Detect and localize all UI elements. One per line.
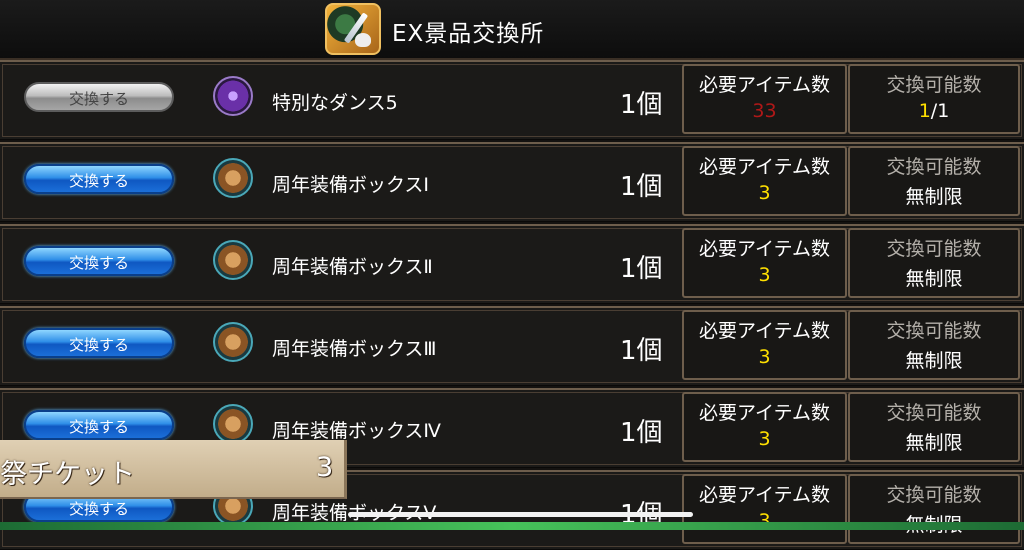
treasure-chest-icon [213,404,253,444]
required-items-panel: 必要アイテム数 3 [682,392,847,462]
ticket-count: 3 [316,452,334,483]
item-quantity: 1個 [620,418,663,448]
required-label: 必要アイテム数 [698,74,831,96]
home-indicator[interactable] [348,512,693,517]
item-quantity: 1個 [620,254,663,284]
required-items-panel: 必要アイテム数 3 [682,474,847,544]
available-value: 1/1 [850,100,1018,122]
exchange-button[interactable]: 交換する [24,164,174,194]
required-items-panel: 必要アイテム数 3 [682,228,847,298]
required-value: 3 [758,346,771,368]
exchange-row: 交換する 周年装備ボックスⅠ 1個 必要アイテム数 3 交換可能数 無制限 [0,142,1024,222]
item-name: 周年装備ボックスⅣ [272,420,441,442]
required-value: 3 [758,182,771,204]
treasure-chest-icon [213,158,253,198]
required-label: 必要アイテム数 [698,238,831,260]
exchange-button[interactable]: 交換する [24,410,174,440]
dance-figure-icon [213,76,253,116]
available-current: 1 [918,100,931,122]
available-value: 無制限 [905,350,963,372]
required-label: 必要アイテム数 [698,320,831,342]
item-name: 周年装備ボックスⅠ [272,174,430,196]
required-items-panel: 必要アイテム数 3 [682,146,847,216]
available-max: /1 [930,100,950,122]
item-name: 特別なダンス5 [272,92,398,114]
item-quantity: 1個 [620,336,663,366]
exchange-button-disabled[interactable]: 交換する [24,82,174,112]
item-name: 周年装備ボックスⅡ [272,256,433,278]
required-label: 必要アイテム数 [698,484,831,506]
header-bar: EX景品交換所 [0,0,1024,60]
available-value: 無制限 [905,432,963,454]
available-label: 交換可能数 [886,156,982,178]
exchange-button[interactable]: 交換する [24,328,174,358]
required-value: 33 [752,100,777,122]
required-items-panel: 必要アイテム数 3 [682,310,847,380]
available-panel: 交換可能数 無制限 [848,392,1020,462]
available-panel: 交換可能数 無制限 [848,310,1020,380]
page-title: EX景品交換所 [392,21,545,47]
required-label: 必要アイテム数 [698,402,831,424]
available-value: 無制限 [905,186,963,208]
available-label: 交換可能数 [886,238,982,260]
available-value: 無制限 [905,268,963,290]
required-value: 3 [758,264,771,286]
treasure-chest-icon [213,322,253,362]
available-label: 交換可能数 [886,484,982,506]
item-quantity: 1個 [620,172,663,202]
available-panel: 交換可能数 無制限 [848,146,1020,216]
available-label: 交換可能数 [886,402,982,424]
available-panel: 交換可能数 1/1 [848,64,1020,134]
ticket-count-banner: 祭チケット 3 [0,440,347,499]
sword-skull-shop-icon [325,3,381,55]
item-name: 周年装備ボックスⅢ [272,338,437,360]
exchange-row: 交換する 周年装備ボックスⅡ 1個 必要アイテム数 3 交換可能数 無制限 [0,224,1024,304]
available-panel: 交換可能数 無制限 [848,228,1020,298]
exchange-button[interactable]: 交換する [24,246,174,276]
exchange-row: 交換する 特別なダンス5 1個 必要アイテム数 33 交換可能数 1/1 [0,60,1024,140]
available-label: 交換可能数 [886,320,982,342]
available-label: 交換可能数 [886,74,982,96]
treasure-chest-icon [213,240,253,280]
item-quantity: 1個 [620,90,663,120]
available-panel: 交換可能数 無制限 [848,474,1020,544]
required-label: 必要アイテム数 [698,156,831,178]
bottom-bar [0,522,1024,530]
required-items-panel: 必要アイテム数 33 [682,64,847,134]
ticket-label: 祭チケット [0,459,135,490]
required-value: 3 [758,428,771,450]
skull-shape [355,33,371,47]
exchange-row: 交換する 周年装備ボックスⅢ 1個 必要アイテム数 3 交換可能数 無制限 [0,306,1024,386]
